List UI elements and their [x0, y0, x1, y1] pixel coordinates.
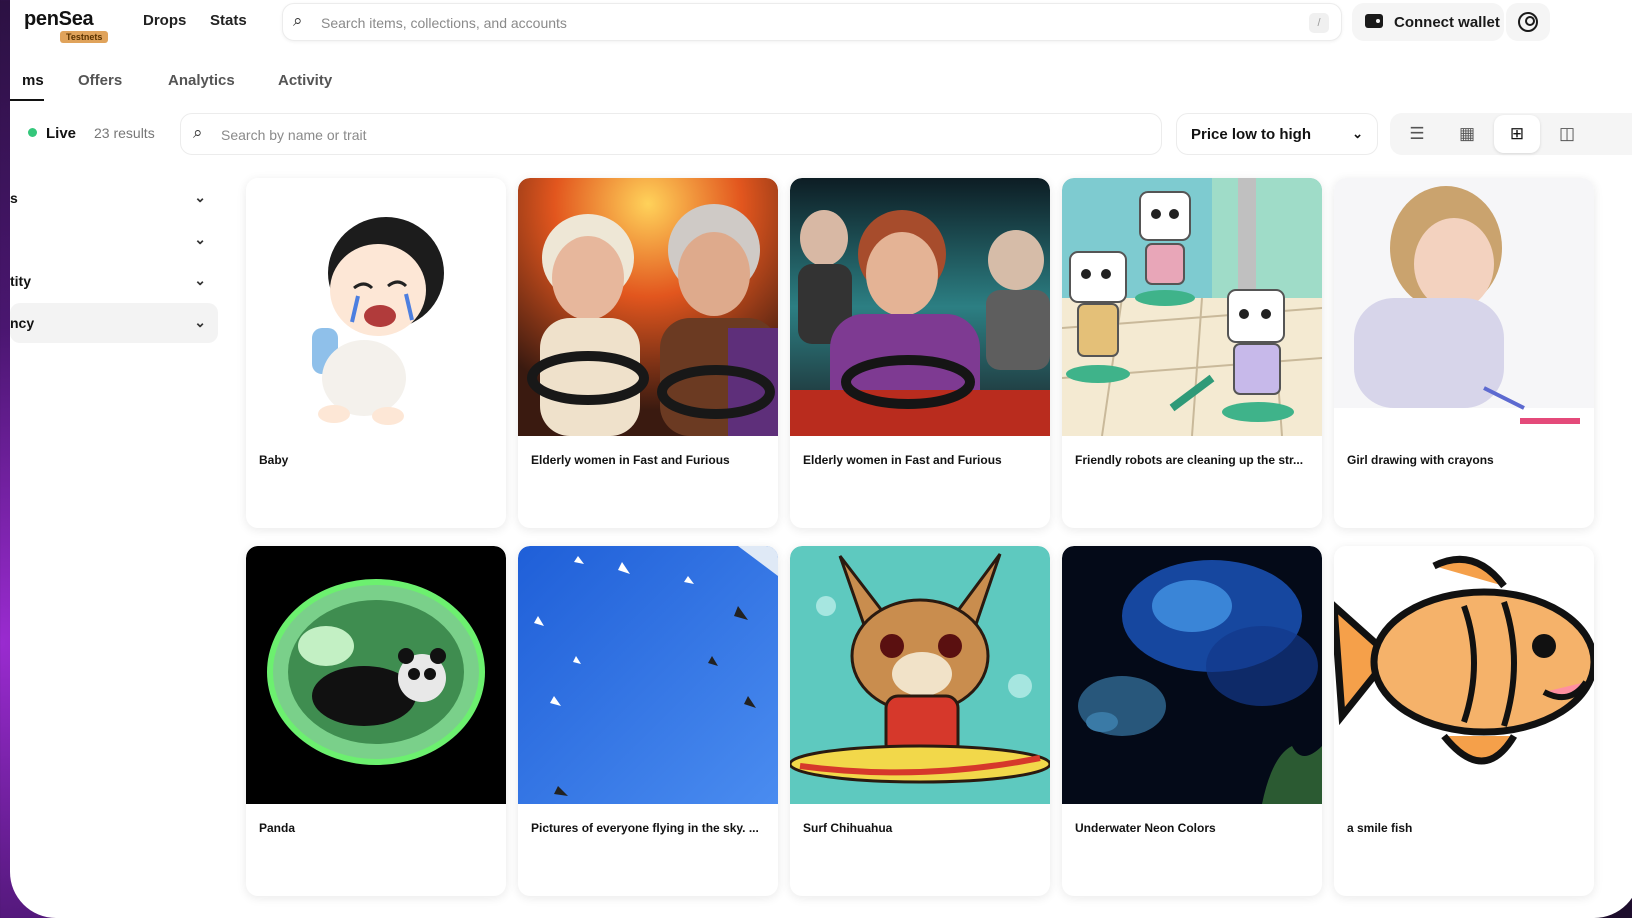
item-search-input[interactable]: Search by name or trait: [221, 127, 367, 143]
nft-name: Baby: [259, 453, 289, 467]
nft-card[interactable]: Panda: [246, 546, 506, 896]
filter-label: tity: [10, 273, 31, 289]
nft-image: [790, 546, 1050, 804]
nft-name: a smile fish: [1347, 821, 1413, 835]
item-search-bar[interactable]: ⌕ Search by name or trait: [180, 113, 1162, 155]
results-count: 23 results: [94, 125, 155, 141]
tab-analytics[interactable]: Analytics: [168, 72, 235, 89]
nft-card[interactable]: Girl drawing with crayons: [1334, 178, 1594, 528]
nft-image: [246, 178, 506, 436]
live-status-dot: [28, 128, 37, 137]
global-search-input[interactable]: Search items, collections, and accounts: [321, 15, 567, 31]
sort-label: Price low to high: [1191, 126, 1312, 143]
nav-drops[interactable]: Drops: [143, 12, 186, 29]
nft-name: Friendly robots are cleaning up the str.…: [1075, 453, 1304, 467]
grid-view-icon[interactable]: ⊞: [1494, 115, 1540, 153]
nft-image: [518, 178, 778, 436]
profile-button[interactable]: [1506, 3, 1550, 41]
browser-window: penSea Testnets Drops Stats ⌕ Search ite…: [10, 0, 1632, 918]
nft-card[interactable]: Elderly women in Fast and Furious: [518, 178, 778, 528]
nft-name: Elderly women in Fast and Furious: [803, 453, 1002, 467]
grid-dense-view-icon[interactable]: ▦: [1444, 115, 1490, 153]
nft-card[interactable]: Friendly robots are cleaning up the str.…: [1062, 178, 1322, 528]
chevron-down-icon: ⌄: [194, 231, 206, 247]
chevron-down-icon: ⌄: [1352, 126, 1363, 141]
filter-label: s: [10, 190, 18, 206]
top-navigation: penSea Testnets Drops Stats ⌕ Search ite…: [10, 0, 1632, 43]
tab-activity[interactable]: Activity: [278, 72, 332, 89]
nft-name: Elderly women in Fast and Furious: [531, 453, 730, 467]
nft-card[interactable]: a smile fish: [1334, 546, 1594, 896]
nft-card[interactable]: Pictures of everyone flying in the sky. …: [518, 546, 778, 896]
connect-wallet-label: Connect wallet: [1394, 14, 1500, 31]
filter-quantity[interactable]: tity ⌄: [10, 261, 218, 301]
user-icon: [1518, 12, 1538, 32]
filter-price[interactable]: ⌄: [10, 220, 218, 260]
nft-image: [1334, 546, 1594, 804]
wallet-icon: [1365, 14, 1383, 28]
nft-name: Surf Chihuahua: [803, 821, 893, 835]
search-icon: ⌕: [293, 11, 303, 30]
filter-currency[interactable]: ncy ⌄: [10, 303, 218, 343]
nft-image: [1334, 178, 1594, 436]
chevron-down-icon: ⌄: [194, 272, 206, 288]
opensea-logo[interactable]: penSea: [24, 8, 94, 31]
chevron-down-icon: ⌄: [194, 314, 206, 330]
nft-image: [790, 178, 1050, 436]
nft-name: Panda: [259, 821, 296, 835]
large-grid-view-icon[interactable]: ◫: [1544, 115, 1590, 153]
nft-card[interactable]: Baby: [246, 178, 506, 528]
chevron-down-icon: ⌄: [194, 189, 206, 205]
nav-stats[interactable]: Stats: [210, 12, 247, 29]
live-label[interactable]: Live: [46, 125, 76, 142]
nft-image: [518, 546, 778, 804]
view-toggle-group: ☰ ▦ ⊞ ◫: [1390, 113, 1632, 155]
testnets-badge: Testnets: [60, 31, 109, 43]
nft-name: Pictures of everyone flying in the sky. …: [531, 821, 759, 835]
nft-card[interactable]: Underwater Neon Colors: [1062, 546, 1322, 896]
nft-image: [246, 546, 506, 804]
nft-image: [1062, 546, 1322, 804]
tab-offers[interactable]: Offers: [78, 72, 122, 89]
list-view-icon[interactable]: ☰: [1394, 115, 1440, 153]
nft-card[interactable]: Surf Chihuahua: [790, 546, 1050, 896]
nft-image: [1062, 178, 1322, 436]
search-shortcut-key: /: [1309, 13, 1329, 33]
connect-wallet-button[interactable]: Connect wallet: [1352, 3, 1504, 41]
nft-name: Girl drawing with crayons: [1347, 453, 1494, 467]
tab-items[interactable]: ms: [10, 72, 44, 101]
sort-dropdown[interactable]: Price low to high ⌄: [1176, 113, 1378, 155]
search-icon: ⌕: [193, 123, 203, 142]
nft-name: Underwater Neon Colors: [1075, 821, 1216, 835]
global-search-bar[interactable]: ⌕ Search items, collections, and account…: [282, 3, 1342, 41]
filter-status[interactable]: s ⌄: [10, 178, 218, 218]
filter-label: ncy: [10, 315, 35, 331]
nft-card[interactable]: Elderly women in Fast and Furious: [790, 178, 1050, 528]
